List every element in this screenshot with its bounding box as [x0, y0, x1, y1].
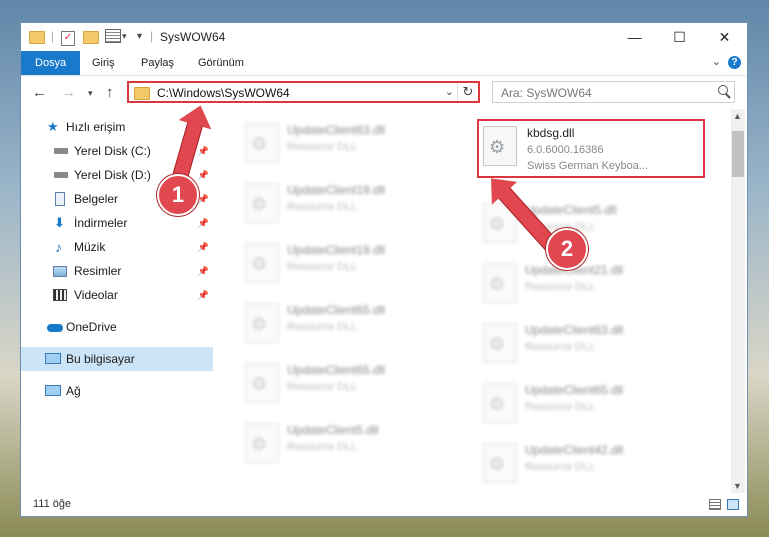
file-item-kbdsg-dll[interactable]: kbdsg.dll 6.0.6000.16386 Swiss German Ke…: [477, 119, 705, 178]
vertical-scrollbar[interactable]: ▲ ▼: [731, 109, 745, 493]
tab-gorunum[interactable]: Görünüm: [198, 51, 244, 75]
dll-file-icon: [245, 363, 279, 403]
tab-dosya[interactable]: Dosya: [21, 51, 81, 75]
documents-icon: [55, 192, 65, 206]
large-icons-view-icon[interactable]: [727, 499, 739, 510]
sidebar-item-videos[interactable]: Videolar 📌: [21, 283, 213, 307]
file-list: UpdateClient63.dll Resource DLL UpdateCl…: [221, 109, 731, 493]
dll-file-icon: [483, 443, 517, 483]
cloud-icon: [47, 324, 63, 332]
file-item[interactable]: UpdateClient65.dll Resource DLL: [221, 355, 451, 411]
music-icon: ♪: [55, 239, 62, 255]
tab-paylas[interactable]: Paylaş: [141, 51, 174, 75]
chevron-down-icon[interactable]: ⌄: [445, 85, 454, 98]
scroll-down-icon[interactable]: ▼: [733, 481, 742, 491]
folder-icon: [29, 29, 45, 45]
back-arrow-icon[interactable]: ←: [32, 84, 47, 101]
annotation-badge-1: 1: [157, 174, 199, 216]
file-item[interactable]: UpdateClient42.dll Resource DLL: [459, 435, 689, 491]
computer-icon: [45, 353, 61, 364]
sidebar-item-this-pc[interactable]: Bu bilgisayar: [21, 347, 213, 371]
recent-locations-icon[interactable]: ▾: [88, 88, 93, 99]
pin-icon[interactable]: 📌: [198, 139, 209, 163]
sidebar-item-onedrive[interactable]: OneDrive: [21, 315, 213, 339]
details-view-icon[interactable]: [709, 499, 721, 510]
dll-file-icon: [483, 263, 517, 303]
qa-dropdown-icon[interactable]: ▾: [122, 31, 127, 47]
file-item[interactable]: UpdateClient5.dll Resource DLL: [221, 415, 451, 471]
scroll-up-icon[interactable]: ▲: [733, 111, 742, 121]
minimize-button[interactable]: —: [612, 23, 657, 51]
pin-icon[interactable]: 📌: [198, 187, 209, 211]
customize-qa-icon[interactable]: ▾: [137, 31, 142, 47]
pin-icon[interactable]: 📌: [198, 211, 209, 235]
new-folder-icon[interactable]: [83, 29, 99, 45]
sidebar-item-pictures[interactable]: Resimler 📌: [21, 259, 213, 283]
pin-icon[interactable]: 📌: [198, 163, 209, 187]
pin-icon[interactable]: 📌: [198, 235, 209, 259]
address-path: C:\Windows\SysWOW64: [157, 86, 290, 100]
search-input[interactable]: [499, 85, 703, 101]
close-button[interactable]: ✕: [702, 23, 747, 51]
separator: |: [51, 29, 55, 43]
annotation-badge-2: 2: [546, 228, 588, 270]
up-arrow-icon[interactable]: ↑: [106, 84, 114, 101]
separator: |: [150, 29, 154, 43]
address-bar[interactable]: C:\Windows\SysWOW64 ⌄ ↻: [127, 81, 480, 103]
pin-icon[interactable]: 📌: [198, 283, 209, 307]
search-box[interactable]: [492, 81, 735, 103]
title-bar: | ✓ ▾ ▾ | SysWOW64 — ☐ ✕: [21, 23, 747, 51]
tab-giris[interactable]: Giriş: [92, 51, 115, 75]
dll-file-icon: [245, 183, 279, 223]
drive-icon: [54, 148, 68, 154]
window-title: SysWOW64: [160, 30, 226, 44]
chevron-down-icon[interactable]: ⌄: [712, 55, 721, 68]
folder-icon: [134, 87, 150, 100]
dll-file-icon: [483, 323, 517, 363]
star-icon: ★: [47, 119, 59, 134]
forward-arrow-icon[interactable]: →: [61, 84, 76, 101]
videos-icon: [53, 289, 67, 301]
file-item[interactable]: UpdateClient65.dll Resource DLL: [459, 375, 689, 431]
sidebar-item-music[interactable]: ♪ Müzik 📌: [21, 235, 213, 259]
dll-file-icon: [245, 123, 279, 163]
pin-icon[interactable]: 📌: [198, 259, 209, 283]
navigation-bar: ← → ▾ ↑ C:\Windows\SysWOW64 ⌄ ↻: [21, 76, 747, 108]
dll-file-icon: [245, 303, 279, 343]
dll-file-icon: [245, 423, 279, 463]
dll-file-icon: [483, 126, 517, 166]
dll-file-icon: [483, 383, 517, 423]
status-bar: 111 öğe: [21, 494, 747, 516]
item-count: 111 öğe: [33, 498, 72, 510]
dll-file-icon: [245, 243, 279, 283]
sidebar-item-network[interactable]: Ağ: [21, 379, 213, 403]
refresh-icon[interactable]: ↻: [457, 83, 478, 101]
help-icon[interactable]: ?: [728, 56, 741, 69]
pictures-icon: [53, 266, 67, 277]
maximize-button[interactable]: ☐: [657, 23, 702, 51]
search-icon[interactable]: [718, 85, 728, 95]
file-item[interactable]: UpdateClient19.dll Resource DLL: [221, 235, 451, 291]
file-item[interactable]: UpdateClient63.dll Resource DLL: [221, 115, 451, 171]
file-item[interactable]: UpdateClient19.dll Resource DLL: [221, 175, 451, 231]
properties-icon[interactable]: [105, 29, 121, 45]
properties-check-icon[interactable]: ✓: [61, 29, 75, 46]
network-icon: [45, 385, 61, 396]
download-icon: ⬇: [54, 215, 65, 230]
drive-icon: [54, 172, 68, 178]
file-item[interactable]: UpdateClient63.dll Resource DLL: [459, 315, 689, 371]
ribbon-tabs: Dosya Giriş Paylaş Görünüm ⌄ ?: [21, 51, 747, 76]
scrollbar-thumb[interactable]: [732, 131, 744, 177]
file-item[interactable]: UpdateClient65.dll Resource DLL: [221, 295, 451, 351]
explorer-window: | ✓ ▾ ▾ | SysWOW64 — ☐ ✕ Dosya Giriş Pay…: [20, 22, 748, 517]
